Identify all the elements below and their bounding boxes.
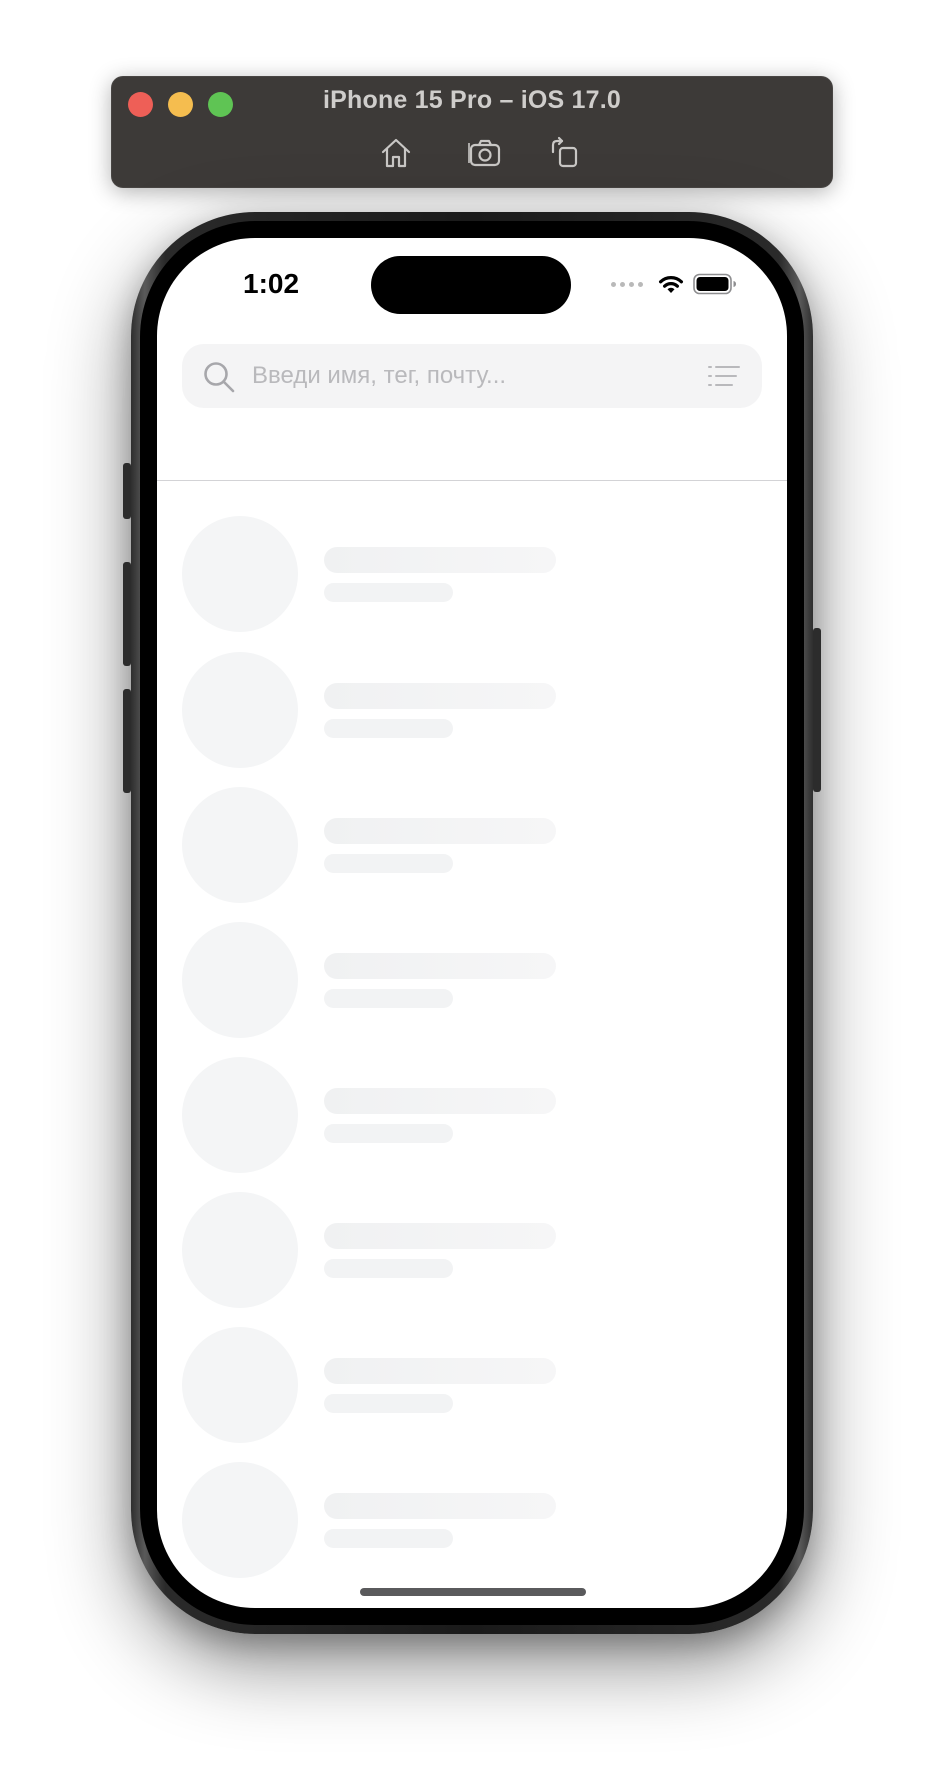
skeleton-list-item: [182, 1057, 762, 1175]
skeleton-subtitle: [324, 854, 453, 873]
volume-down-button[interactable]: [123, 689, 131, 793]
skeleton-subtitle: [324, 1529, 453, 1548]
skeleton-avatar: [182, 1462, 298, 1578]
skeleton-avatar: [182, 787, 298, 903]
rotate-icon[interactable]: [547, 136, 581, 170]
status-time: 1:02: [243, 268, 300, 299]
home-indicator[interactable]: [360, 1588, 586, 1596]
cellular-dots-icon: [611, 281, 643, 287]
skeleton-title: [324, 818, 556, 844]
skeleton-avatar: [182, 652, 298, 768]
simulator-title: iPhone 15 Pro – iOS 17.0: [323, 86, 621, 114]
skeleton-list-item: [182, 652, 762, 770]
side-power-button[interactable]: [813, 628, 821, 792]
app-screen: 1:02: [157, 238, 787, 1608]
skeleton-subtitle: [324, 583, 453, 602]
simulator-stage: iPhone 15 Pro – iOS 17.0 1:02: [0, 0, 944, 1786]
dynamic-island: [371, 256, 571, 314]
skeleton-list-item: [182, 1327, 762, 1445]
skeleton-list-item: [182, 787, 762, 905]
skeleton-list-item: [182, 1462, 762, 1580]
skeleton-title: [324, 1358, 556, 1384]
skeleton-title: [324, 547, 556, 573]
skeleton-subtitle: [324, 1394, 453, 1413]
header-divider: [157, 480, 787, 481]
skeleton-subtitle: [324, 719, 453, 738]
skeleton-title: [324, 1223, 556, 1249]
wifi-icon: [659, 276, 683, 293]
filter-icon[interactable]: [708, 365, 740, 387]
skeleton-avatar: [182, 1192, 298, 1308]
home-icon[interactable]: [379, 136, 413, 170]
skeleton-title: [324, 953, 556, 979]
skeleton-subtitle: [324, 989, 453, 1008]
action-button[interactable]: [123, 463, 131, 519]
skeleton-avatar: [182, 1327, 298, 1443]
skeleton-subtitle: [324, 1124, 453, 1143]
search-bar: [182, 344, 762, 408]
skeleton-subtitle: [324, 1259, 453, 1278]
skeleton-title: [324, 683, 556, 709]
search-icon: [204, 362, 235, 393]
skeleton-title: [324, 1088, 556, 1114]
skeleton-list-item: [182, 1192, 762, 1310]
status-icons: [611, 272, 737, 296]
skeleton-list-item: [182, 922, 762, 1040]
search-input[interactable]: [252, 344, 692, 408]
battery-icon: [693, 273, 736, 295]
volume-up-button[interactable]: [123, 562, 131, 666]
skeleton-avatar: [182, 1057, 298, 1173]
skeleton-list-item: [182, 516, 762, 634]
screenshot-icon[interactable]: [468, 136, 502, 170]
skeleton-title: [324, 1493, 556, 1519]
skeleton-avatar: [182, 922, 298, 1038]
skeleton-avatar: [182, 516, 298, 632]
